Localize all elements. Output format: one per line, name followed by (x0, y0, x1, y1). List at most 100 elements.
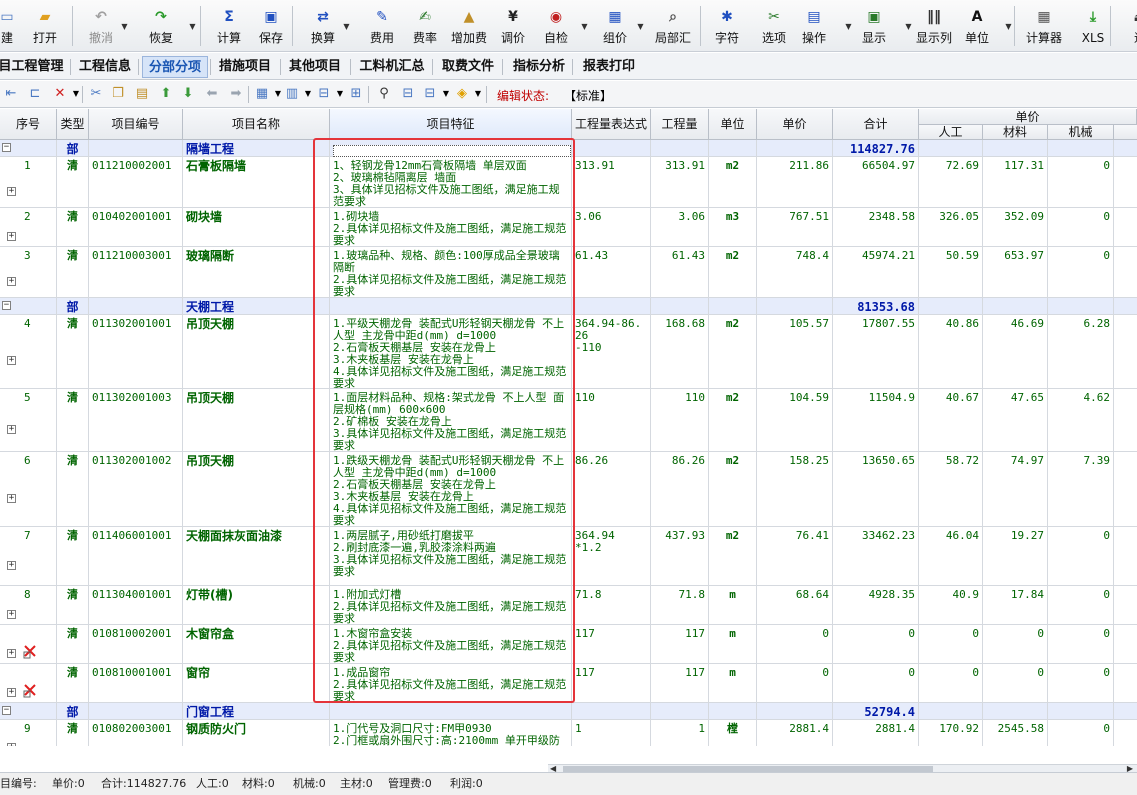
cell-total[interactable]: 2348.58 (833, 208, 919, 247)
cell-type[interactable]: 清 (57, 315, 89, 389)
column-header-qty[interactable]: 工程量 (651, 109, 709, 140)
cell-feature[interactable]: 1.门代号及洞口尺寸:FM甲0930 2.门框或扇外围尺寸:高:2100mm 单… (330, 720, 572, 746)
item-row[interactable]: 4 清 011302001001 吊顶天棚 1.平级天棚龙骨 装配式U形轻钢天棚龙骨 不… (0, 315, 1137, 389)
cell-unit[interactable]: m2 (709, 452, 757, 527)
column-header-type[interactable]: 类型 (57, 109, 89, 140)
cell-expr[interactable]: 117 (572, 625, 651, 664)
cell-type[interactable]: 部 (57, 140, 89, 157)
cell-unit[interactable] (709, 703, 757, 720)
cell-code[interactable]: 010402001001 (89, 208, 183, 247)
cell-material[interactable]: 0 (983, 625, 1048, 664)
cell-labor[interactable]: 0 (919, 664, 983, 703)
cell-name[interactable]: 吊顶天棚 (183, 452, 330, 527)
cell-name[interactable]: 石膏板隔墙 (183, 157, 330, 208)
cell-labor[interactable]: 46.04 (919, 527, 983, 586)
toolbar-button-convert[interactable]: ⇄ 换算 (303, 4, 343, 48)
cell-name[interactable]: 天棚面抹灰面油漆 (183, 527, 330, 586)
cell-expr[interactable]: 313.91 (572, 157, 651, 208)
tab-8[interactable]: 报表打印 (576, 56, 642, 78)
cell-code[interactable]: 011302001002 (89, 452, 183, 527)
cell-type[interactable]: 清 (57, 157, 89, 208)
chevron-down-icon[interactable]: ▼ (120, 22, 129, 31)
cell-labor[interactable]: 326.05 (919, 208, 983, 247)
expand-icon[interactable]: + (7, 277, 16, 286)
cell-unit[interactable]: m3 (709, 208, 757, 247)
section-row[interactable]: 部 门窗工程 52794.4 − (0, 703, 1137, 720)
cell-material[interactable]: 117.31 (983, 157, 1048, 208)
arrow-right-icon[interactable]: ➡ (228, 86, 244, 102)
chevron-down-icon[interactable]: ▼ (438, 86, 454, 102)
cell-qty[interactable]: 437.93 (651, 527, 709, 586)
cell-feature[interactable] (330, 703, 572, 720)
cell-expr[interactable]: 61.43 (572, 247, 651, 298)
find-icon[interactable]: ⚲ (376, 86, 392, 102)
cell-code[interactable]: 010810001001 (89, 664, 183, 703)
cell-expr[interactable]: 117 (572, 664, 651, 703)
cell-code[interactable] (89, 140, 183, 157)
cell-feature[interactable]: 1.木窗帘盒安装 2.具体详见招标文件及施工图纸，满足施工规范要求 (330, 625, 572, 664)
cell-labor[interactable]: 72.69 (919, 157, 983, 208)
cell-total[interactable]: 2881.4 (833, 720, 919, 746)
fill-color-icon[interactable]: ◈ (454, 86, 470, 102)
toolbar-button-excel-export[interactable]: ⤓ XLS (1077, 4, 1109, 48)
cell-feature[interactable]: 1.跌级天棚龙骨 装配式U形轻钢天棚龙骨 不上人型 主龙骨中距d(mm) d=1… (330, 452, 572, 527)
cell-code[interactable] (89, 703, 183, 720)
cell-price[interactable]: 2881.4 (757, 720, 833, 746)
cell-expr[interactable] (572, 140, 651, 157)
cell-qty[interactable]: 117 (651, 664, 709, 703)
arrow-left-icon[interactable]: ⬅ (204, 86, 220, 102)
cell-labor[interactable]: 0 (919, 625, 983, 664)
cell-machine[interactable] (1048, 703, 1114, 720)
chevron-down-icon[interactable]: ▼ (332, 86, 348, 102)
toolbar-button-save[interactable]: ▣ 保存 (252, 4, 290, 48)
item-row[interactable]: 3 清 011210003001 玻璃隔断 1.玻璃品种、规格、颜色:100厚成品全景玻… (0, 247, 1137, 298)
cell-price[interactable]: 0 (757, 625, 833, 664)
cell-unit[interactable]: m (709, 586, 757, 625)
chevron-down-icon[interactable]: ▼ (636, 22, 645, 31)
replace-icon[interactable]: ⊟ (400, 86, 416, 102)
cell-material[interactable]: 46.69 (983, 315, 1048, 389)
cell-total[interactable]: 33462.23 (833, 527, 919, 586)
toolbar-button-calculator[interactable]: ▦ 计算器 (1022, 4, 1066, 48)
cell-qty[interactable]: 313.91 (651, 157, 709, 208)
cell-material[interactable]: 17.84 (983, 586, 1048, 625)
tab-7[interactable]: 指标分析 (506, 56, 572, 78)
cell-type[interactable]: 清 (57, 208, 89, 247)
item-row[interactable]: 清 010810001001 窗帘 1.成品窗帘 2.具体详见招标文件及施工图纸，满足… (0, 664, 1137, 703)
move-up-icon[interactable]: ⬆ (158, 86, 174, 102)
cell-unit[interactable]: m2 (709, 389, 757, 452)
cell-material[interactable]: 19.27 (983, 527, 1048, 586)
define-icon[interactable]: ⊟ (316, 86, 332, 102)
cell-labor[interactable] (919, 703, 983, 720)
tab-1[interactable]: 工程信息 (74, 56, 136, 78)
expand-icon[interactable]: + (7, 187, 16, 196)
tab-5[interactable]: 工料机汇总 (354, 56, 430, 78)
cell-total[interactable]: 11504.9 (833, 389, 919, 452)
copy-icon[interactable]: ❐ (110, 86, 126, 102)
toolbar-button-redo[interactable]: ↷ 恢复 (142, 4, 180, 48)
cell-expr[interactable]: 364.94 *1.2 (572, 527, 651, 586)
cell-code[interactable]: 010802003001 (89, 720, 183, 746)
cell-name[interactable]: 玻璃隔断 (183, 247, 330, 298)
cell-type[interactable]: 清 (57, 527, 89, 586)
cell-machine[interactable]: 7.39 (1048, 452, 1114, 527)
tab-2[interactable]: 分部分项 (142, 56, 208, 78)
column-header-expr[interactable]: 工程量表达式 (572, 109, 651, 140)
cell-unit[interactable]: m (709, 664, 757, 703)
cell-code[interactable]: 011302001003 (89, 389, 183, 452)
cell-machine[interactable]: 0 (1048, 247, 1114, 298)
horizontal-scrollbar[interactable]: ◀ ▶ (548, 764, 1137, 773)
toolbar-button-exit[interactable]: ⏏退 (1128, 4, 1137, 48)
cell-name[interactable]: 灯带(槽) (183, 586, 330, 625)
cell-material[interactable] (983, 703, 1048, 720)
cell-material[interactable]: 47.65 (983, 389, 1048, 452)
column-header-labor[interactable]: 人工 (919, 125, 983, 140)
cell-total[interactable]: 114827.76 (833, 140, 919, 157)
cell-feature[interactable]: 1.附加式灯槽 2.具体详见招标文件及施工图纸，满足施工规范要求 (330, 586, 572, 625)
cell-price[interactable]: 748.4 (757, 247, 833, 298)
cell-labor[interactable] (919, 298, 983, 315)
cell-expr[interactable]: 3.06 (572, 208, 651, 247)
cell-total[interactable]: 81353.68 (833, 298, 919, 315)
toolbar-button-undo[interactable]: ↶ 撤消 (84, 4, 118, 48)
cell-labor[interactable]: 58.72 (919, 452, 983, 527)
